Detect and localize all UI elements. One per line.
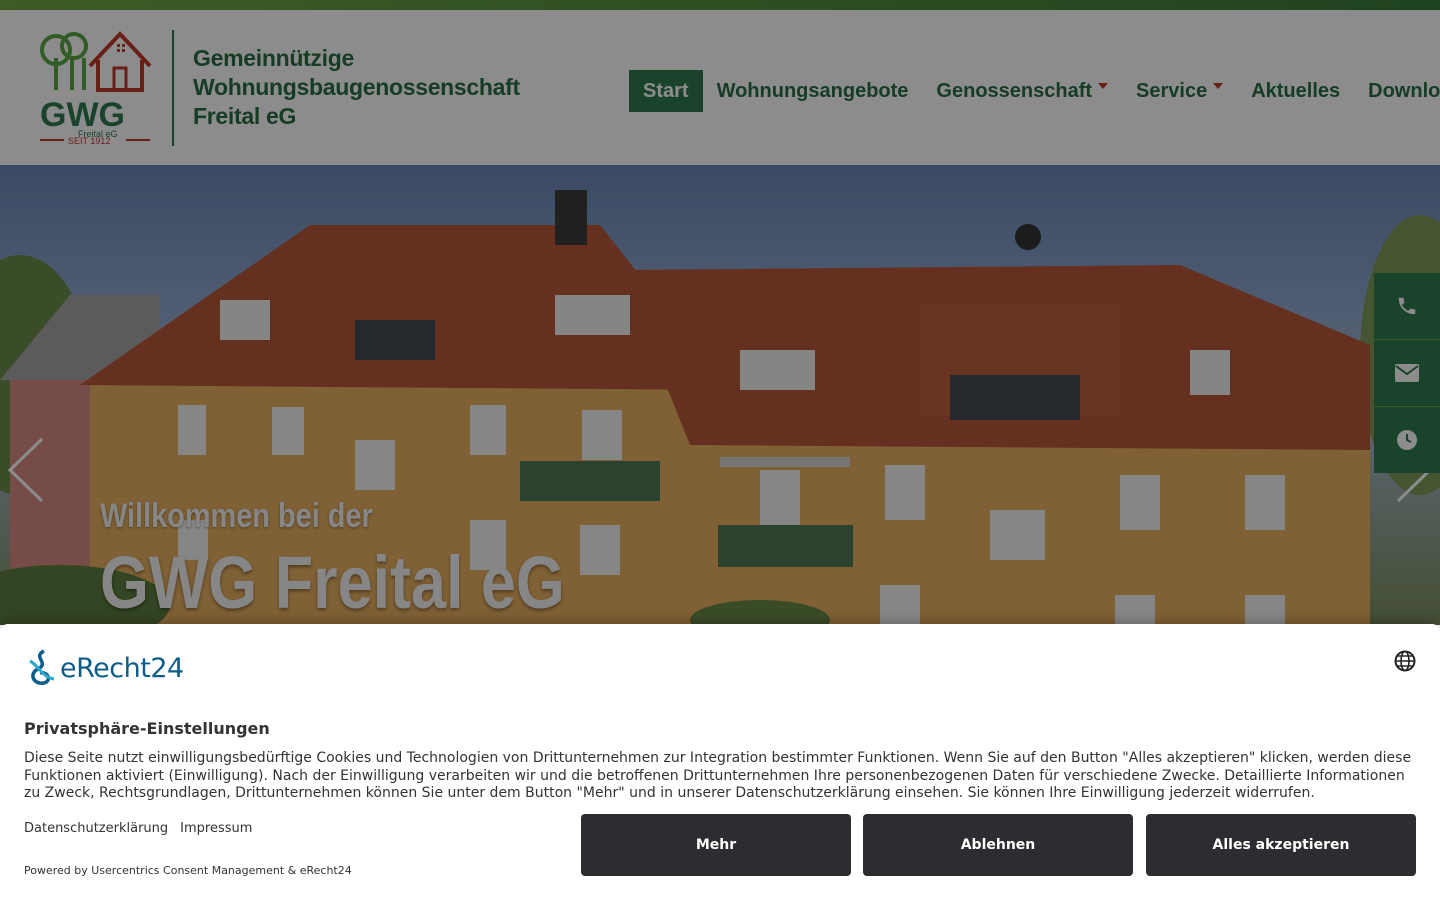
more-button[interactable]: Mehr	[581, 814, 851, 876]
globe-icon	[1394, 650, 1416, 672]
decline-button[interactable]: Ablehnen	[863, 814, 1133, 876]
erecht24-mark-icon	[29, 649, 55, 685]
brand-name: eRecht24	[60, 652, 184, 684]
erecht24-logo: eRecht24	[24, 648, 184, 688]
powered-by-text: Powered by Usercentrics Consent Manageme…	[24, 864, 352, 877]
accept-all-button[interactable]: Alles akzeptieren	[1146, 814, 1416, 876]
consent-title: Privatsphäre-Einstellungen	[24, 719, 270, 738]
imprint-link[interactable]: Impressum	[180, 821, 252, 836]
privacy-policy-link[interactable]: Datenschutzerklärung	[24, 821, 168, 836]
consent-backdrop	[0, 0, 1440, 625]
language-button[interactable]	[1394, 650, 1416, 672]
consent-links: Datenschutzerklärung Impressum	[24, 821, 252, 836]
consent-description: Diese Seite nutzt einwilligungsbedürftig…	[24, 750, 1412, 801]
consent-banner: eRecht24 Privatsphäre-Einstellungen Dies…	[0, 624, 1440, 900]
